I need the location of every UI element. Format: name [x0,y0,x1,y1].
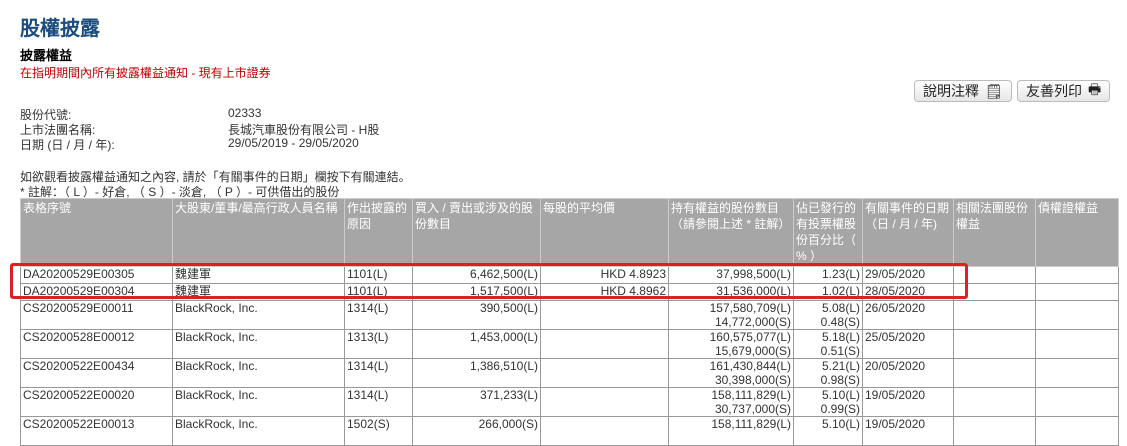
reason-code: 1314(L) [344,358,413,388]
percentage-line: 5.10(L) [821,417,860,432]
stock-code: 02333 [228,106,262,120]
percentage: 5.08(L) 0.48(S) [793,300,863,330]
holder-name: BlackRock, Inc. [172,387,345,417]
notes-label: 說明注釋 [923,83,979,99]
avg-price [540,358,669,388]
column-header: 表格序號 [20,198,173,267]
shares-held: 161,430,844(L) 30,398,000(S) [668,358,794,388]
table-row: CS20200522E00020 BlackRock, Inc. 1314(L) 37… [20,387,1119,417]
avg-price [540,300,669,330]
shares-held-line: 14,772,000(S) [714,315,791,329]
form-id: CS20200529E00011 [20,300,173,330]
shares-held: 157,580,709(L) 14,772,000(S) [668,300,794,330]
section-title: 披露權益 [20,48,73,63]
event-date[interactable]: 20/05/2020 [862,358,954,388]
column-header: 債權證權益 [1035,198,1119,267]
reason-code: 1314(L) [344,300,413,330]
shares-traded: 371,233(L) [412,387,541,417]
table-row: CS20200529E00011 BlackRock, Inc. 1314(L) 39… [20,300,1119,330]
shares-held-line: 30,737,000(S) [714,402,791,416]
reason-code: 1313(L) [344,329,413,359]
shares-held: 158,111,829(L) 30,737,000(S) [668,387,794,417]
avg-price [540,387,669,417]
percentage-line: 0.98(S) [820,373,860,387]
corp-interest [953,358,1036,388]
column-header: 買入 / 賣出或涉及的股份數目 [412,198,541,267]
shares-held-line: 158,111,829(L) [711,388,791,403]
date-range-label: 日期 (日 / 月 / 年): [20,138,115,152]
shares-held-line: 161,430,844(L) [709,359,791,374]
debenture-interest [1035,358,1119,388]
shares-traded: 1,453,000(L) [412,329,541,359]
corp-interest [953,329,1036,359]
percentage-line: 5.08(L) [821,301,860,316]
column-header: 持有權益的股份數目（請參閱上述 * 註解） [668,198,794,267]
column-header: 有關事件的日期（日 / 月 / 年) [862,198,954,267]
event-date[interactable]: 25/05/2020 [862,329,954,359]
column-header: 每股的平均價 [540,198,669,267]
debenture-interest [1035,283,1119,301]
form-id: CS20200522E00434 [20,358,173,388]
table-row: CS20200528E00012 BlackRock, Inc. 1313(L) 1,… [20,329,1119,359]
notice-text: 在指明期間內所有披露權益通知 - 現有上市證券 [20,66,271,80]
highlight-box [10,263,968,299]
debenture-interest [1035,329,1119,359]
avg-price [540,329,669,359]
holder-name: BlackRock, Inc. [172,329,345,359]
shares-held-line: 158,111,829(L) [711,417,791,432]
percentage-line: 0.48(S) [820,315,860,329]
percentage: 5.10(L) 0.99(S) [793,387,863,417]
percentage-line: 5.10(L) [821,388,860,403]
shares-traded: 1,386,510(L) [412,358,541,388]
notepad-icon: 🗒 [985,82,1003,99]
table-row: CS20200522E00434 BlackRock, Inc. 1314(L) 1,… [20,358,1119,388]
form-id: CS20200528E00012 [20,329,173,359]
debenture-interest [1035,266,1119,284]
page-title: 股權披露 [20,18,100,40]
percentage-line: 0.51(S) [820,344,860,358]
print-button[interactable]: 友善列印 🖶 [1017,80,1111,102]
percentage: 5.21(L) 0.98(S) [793,358,863,388]
percentage-line: 5.21(L) [821,359,860,374]
printer-icon: 🖶 [1088,81,1102,97]
event-date[interactable]: 26/05/2020 [862,300,954,330]
reason-code: 1314(L) [344,387,413,417]
shares-held-line: 30,398,000(S) [714,373,791,387]
column-header: 作出披露的原因 [344,198,413,267]
disclosure-table: 表格序號 大股東/董事/最高行政人員名稱 作出披露的原因 買入 / 賣出或涉及的股份數… [20,198,1119,446]
debenture-interest [1035,387,1119,417]
column-header: 相關法團股份權益 [953,198,1036,267]
shares-held: 160,575,077(L) 15,679,000(S) [668,329,794,359]
shares-held-line: 160,575,077(L) [709,330,791,345]
percentage-line: 5.18(L) [821,330,860,345]
print-label: 友善列印 [1026,83,1082,99]
form-id: CS20200522E00020 [20,387,173,417]
date-range: 29/05/2019 - 29/05/2020 [228,136,359,150]
shares-traded: 390,500(L) [412,300,541,330]
event-date[interactable]: 19/05/2020 [862,387,954,417]
notes-button[interactable]: 說明注釋 🗒 [914,80,1012,102]
holder-name: BlackRock, Inc. [172,358,345,388]
corp-interest [953,387,1036,417]
percentage-line: 0.99(S) [820,402,860,416]
shares-held-line: 157,580,709(L) [709,301,791,316]
holder-name: BlackRock, Inc. [172,300,345,330]
column-header: 佔已發行的有投票權股份百分比（ % ） [793,198,863,267]
column-header: 大股東/董事/最高行政人員名稱 [172,198,345,267]
corp-interest [953,300,1036,330]
percentage: 5.18(L) 0.51(S) [793,329,863,359]
debenture-interest [1035,300,1119,330]
shares-held-line: 15,679,000(S) [714,344,791,358]
